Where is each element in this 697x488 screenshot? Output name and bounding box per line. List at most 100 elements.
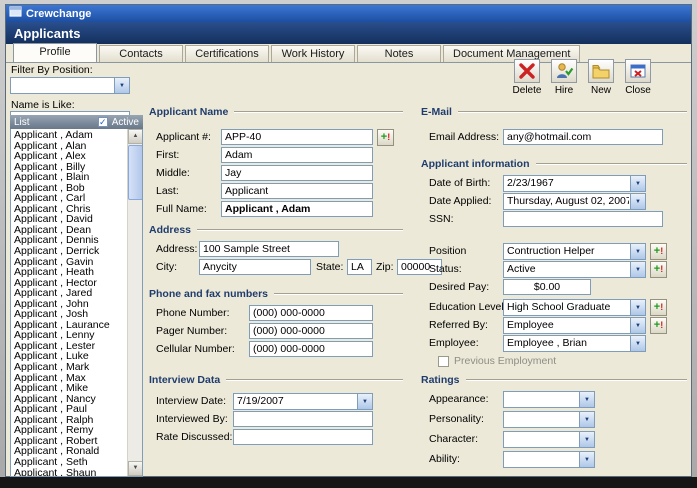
scroll-up-icon[interactable]: ▲: [128, 129, 142, 144]
referred-by-combo[interactable]: Employee ▼: [503, 317, 646, 334]
close-button[interactable]: Close: [623, 59, 653, 96]
list-item[interactable]: Applicant , Paul: [11, 404, 127, 415]
address-field[interactable]: 100 Sample Street: [199, 241, 339, 257]
middle-name-field[interactable]: Jay: [221, 165, 373, 181]
chevron-down-icon[interactable]: ▼: [630, 194, 645, 209]
scrollbar-thumb[interactable]: [128, 145, 142, 200]
list-item[interactable]: Applicant , Luke: [11, 351, 127, 362]
education-level-combo[interactable]: High School Graduate ▼: [503, 299, 646, 316]
titlebar[interactable]: Crewchange: [6, 5, 691, 22]
date-of-birth-combo[interactable]: 2/23/1967 ▼: [503, 175, 646, 192]
chevron-down-icon[interactable]: ▼: [357, 394, 372, 409]
list-item[interactable]: Applicant , Laurance: [11, 320, 127, 331]
hire-button[interactable]: Hire: [549, 59, 579, 96]
list-item[interactable]: Applicant , Seth: [11, 457, 127, 468]
section-address: Address: [149, 223, 403, 237]
list-item[interactable]: Applicant , David: [11, 214, 127, 225]
cellular-number-field[interactable]: (000) 000-0000: [249, 341, 373, 357]
date-applied-combo[interactable]: Thursday, August 02, 2007 ▼: [503, 193, 646, 210]
email-address-field[interactable]: any@hotmail.com: [503, 129, 663, 145]
appearance-combo[interactable]: ▼: [503, 391, 595, 408]
interview-date-combo[interactable]: 7/19/2007 ▼: [233, 393, 373, 410]
list-item[interactable]: Applicant , Chris: [11, 204, 127, 215]
employee-combo[interactable]: Employee , Brian ▼: [503, 335, 646, 352]
tab-profile[interactable]: Profile: [13, 43, 97, 62]
personality-combo[interactable]: ▼: [503, 411, 595, 428]
ssn-field[interactable]: [503, 211, 663, 227]
list-item[interactable]: Applicant , Alex: [11, 151, 127, 162]
chevron-down-icon[interactable]: ▼: [114, 78, 129, 93]
filter-by-position-combo[interactable]: ▼: [10, 77, 130, 94]
chevron-down-icon[interactable]: ▼: [579, 412, 594, 427]
position-combo[interactable]: Contruction Helper ▼: [503, 243, 646, 260]
chevron-down-icon[interactable]: ▼: [630, 244, 645, 259]
list-item[interactable]: Applicant , Nancy: [11, 394, 127, 405]
new-button[interactable]: New: [586, 59, 616, 96]
list-item[interactable]: Applicant , Mike: [11, 383, 127, 394]
full-name-field[interactable]: Applicant , Adam: [221, 201, 373, 217]
list-item[interactable]: Applicant , Dennis: [11, 235, 127, 246]
list-item[interactable]: Applicant , Max: [11, 373, 127, 384]
first-name-field[interactable]: Adam: [221, 147, 373, 163]
referred-by-label: Referred By:: [429, 319, 488, 331]
last-name-field[interactable]: Applicant: [221, 183, 373, 199]
chevron-down-icon[interactable]: ▼: [630, 300, 645, 315]
list-item[interactable]: Applicant , Remy: [11, 425, 127, 436]
character-combo[interactable]: ▼: [503, 431, 595, 448]
list-item[interactable]: Applicant , Derrick: [11, 246, 127, 257]
list-item[interactable]: Applicant , Dean: [11, 225, 127, 236]
active-checkbox[interactable]: ✓: [97, 117, 108, 127]
list-item[interactable]: Applicant , Shaun: [11, 468, 127, 477]
delete-button[interactable]: Delete: [512, 59, 542, 96]
tab-contacts[interactable]: Contacts: [99, 45, 183, 62]
rate-discussed-field[interactable]: [233, 429, 373, 445]
list-scrollbar[interactable]: ▲ ▼: [127, 129, 142, 476]
status-combo[interactable]: Active ▼: [503, 261, 646, 278]
pager-number-field[interactable]: (000) 000-0000: [249, 323, 373, 339]
chevron-down-icon[interactable]: ▼: [579, 392, 594, 407]
tab-certifications[interactable]: Certifications: [185, 45, 269, 62]
chevron-down-icon[interactable]: ▼: [630, 176, 645, 191]
chevron-down-icon[interactable]: ▼: [630, 336, 645, 351]
list-item[interactable]: Applicant , Robert: [11, 436, 127, 447]
list-item[interactable]: Applicant , Gavin: [11, 257, 127, 268]
tab-notes[interactable]: Notes: [357, 45, 441, 62]
list-item[interactable]: Applicant , John: [11, 299, 127, 310]
add-referred-by-button[interactable]: +!: [650, 317, 667, 334]
list-item[interactable]: Applicant , Alan: [11, 141, 127, 152]
chevron-down-icon[interactable]: ▼: [630, 318, 645, 333]
full-name-label: Full Name:: [156, 203, 207, 215]
list-item[interactable]: Applicant , Heath: [11, 267, 127, 278]
city-field[interactable]: Anycity: [199, 259, 311, 275]
scroll-down-icon[interactable]: ▼: [128, 461, 142, 476]
applicant-no-generate-button[interactable]: +!: [377, 129, 394, 146]
previous-employment-checkbox[interactable]: [438, 356, 449, 367]
desired-pay-field[interactable]: $0.00: [503, 279, 591, 295]
list-item[interactable]: Applicant , Blain: [11, 172, 127, 183]
list-item[interactable]: Applicant , Hector: [11, 278, 127, 289]
chevron-down-icon[interactable]: ▼: [579, 432, 594, 447]
list-item[interactable]: Applicant , Bob: [11, 183, 127, 194]
chevron-down-icon[interactable]: ▼: [630, 262, 645, 277]
list-item[interactable]: Applicant , Lenny: [11, 330, 127, 341]
page-title: Applicants: [6, 22, 691, 44]
list-item[interactable]: Applicant , Jared: [11, 288, 127, 299]
state-field[interactable]: LA: [347, 259, 372, 275]
ability-combo[interactable]: ▼: [503, 451, 595, 468]
add-status-button[interactable]: +!: [650, 261, 667, 278]
add-education-button[interactable]: +!: [650, 299, 667, 316]
list-item[interactable]: Applicant , Ralph: [11, 415, 127, 426]
tab-work-history[interactable]: Work History: [271, 45, 355, 62]
phone-number-field[interactable]: (000) 000-0000: [249, 305, 373, 321]
list-item[interactable]: Applicant , Ronald: [11, 446, 127, 457]
chevron-down-icon[interactable]: ▼: [579, 452, 594, 467]
list-item[interactable]: Applicant , Lester: [11, 341, 127, 352]
applicant-no-field[interactable]: APP-40: [221, 129, 373, 145]
list-item[interactable]: Applicant , Carl: [11, 193, 127, 204]
list-item[interactable]: Applicant , Adam: [11, 130, 127, 141]
list-item[interactable]: Applicant , Billy: [11, 162, 127, 173]
list-item[interactable]: Applicant , Mark: [11, 362, 127, 373]
interviewed-by-field[interactable]: [233, 411, 373, 427]
add-position-button[interactable]: +!: [650, 243, 667, 260]
list-item[interactable]: Applicant , Josh: [11, 309, 127, 320]
